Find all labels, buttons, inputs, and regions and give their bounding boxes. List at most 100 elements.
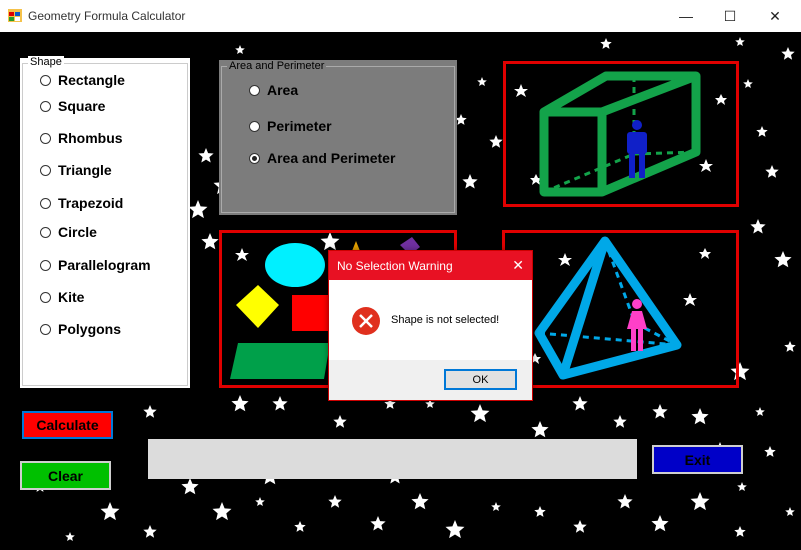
close-button[interactable]: ✕	[752, 0, 798, 32]
shape-radio-trapezoid[interactable]: Trapezoid	[40, 195, 123, 211]
star-decoration	[750, 219, 766, 234]
star-decoration	[255, 497, 265, 506]
result-display	[148, 439, 637, 479]
shape-radio-label: Square	[58, 98, 106, 114]
dialog-title: No Selection Warning	[337, 258, 453, 273]
star-decoration	[489, 135, 503, 148]
shape-radio-square[interactable]: Square	[40, 98, 105, 114]
star-decoration	[600, 38, 612, 49]
star-decoration	[690, 492, 710, 511]
star-decoration	[785, 507, 795, 516]
radio-circle[interactable]	[40, 323, 51, 335]
radio-circle[interactable]	[40, 291, 51, 303]
star-decoration	[294, 521, 306, 532]
calc-radio-perimeter[interactable]: Perimeter	[249, 118, 332, 134]
shape-radio-polygons[interactable]: Polygons	[40, 321, 121, 337]
radio-circle[interactable]	[40, 259, 51, 271]
error-icon	[352, 307, 380, 335]
star-decoration	[573, 520, 587, 533]
radio-circle[interactable]	[249, 120, 260, 132]
calc-radio-area[interactable]: Area	[249, 82, 298, 98]
star-decoration	[743, 79, 753, 88]
star-decoration	[198, 148, 214, 163]
star-decoration	[781, 47, 795, 60]
star-decoration	[231, 395, 249, 412]
shape-radio-label: Parallelogram	[58, 257, 151, 273]
star-decoration	[188, 200, 208, 219]
shape-radio-parallelogram[interactable]: Parallelogram	[40, 257, 151, 273]
star-decoration	[755, 407, 765, 416]
star-decoration	[100, 502, 120, 521]
star-decoration	[333, 415, 347, 428]
exit-button[interactable]: Exit	[652, 445, 743, 474]
star-decoration	[212, 502, 232, 521]
star-decoration	[652, 404, 668, 419]
dialog-close-icon[interactable]: ✕	[512, 257, 524, 274]
dialog-title-bar: No Selection Warning ✕	[329, 251, 532, 280]
dialog-body: Shape is not selected!	[329, 280, 532, 360]
star-decoration	[737, 482, 747, 491]
radio-circle[interactable]	[40, 164, 51, 176]
shape-radio-rectangle[interactable]: Rectangle	[40, 72, 125, 88]
star-decoration	[181, 478, 199, 495]
star-decoration	[756, 126, 768, 137]
star-decoration	[734, 526, 746, 537]
calculate-button[interactable]: Calculate	[22, 411, 113, 439]
calc-radio-label: Area and Perimeter	[267, 150, 396, 166]
star-decoration	[143, 525, 157, 538]
shape-radio-kite[interactable]: Kite	[40, 289, 84, 305]
star-decoration	[765, 165, 779, 178]
radio-circle[interactable]	[40, 74, 51, 86]
shape-radio-triangle[interactable]: Triangle	[40, 162, 112, 178]
radio-circle[interactable]	[249, 84, 260, 96]
radio-circle[interactable]	[249, 152, 260, 164]
star-decoration	[764, 446, 776, 457]
shape-group-legend: Shape	[28, 56, 64, 68]
star-decoration	[462, 174, 478, 189]
star-decoration	[65, 532, 75, 541]
radio-circle[interactable]	[40, 226, 51, 238]
star-decoration	[691, 408, 709, 425]
star-decoration	[572, 396, 588, 411]
star-decoration	[784, 341, 796, 352]
shape-radio-label: Triangle	[58, 162, 112, 178]
star-decoration	[651, 515, 669, 532]
ok-button[interactable]: OK	[444, 369, 517, 390]
cube-illustration	[514, 71, 727, 197]
star-decoration	[735, 37, 745, 46]
window-title: Geometry Formula Calculator	[28, 9, 186, 23]
star-decoration	[370, 516, 386, 531]
warning-dialog: No Selection Warning ✕ Shape is not sele…	[328, 250, 533, 401]
calc-radio-area-and-perimeter[interactable]: Area and Perimeter	[249, 150, 395, 166]
minimize-icon: —	[679, 8, 693, 24]
star-decoration	[272, 396, 288, 411]
radio-circle[interactable]	[40, 132, 51, 144]
clear-button[interactable]: Clear	[20, 461, 111, 490]
cube-picture	[503, 61, 739, 207]
star-decoration	[470, 404, 490, 423]
shape-radio-label: Kite	[58, 289, 85, 305]
star-decoration	[613, 415, 627, 428]
shape-radio-circle[interactable]: Circle	[40, 224, 97, 240]
shape-radio-label: Rhombus	[58, 130, 123, 146]
shape-groupbox: Shape Rectangle Square Rhombus Triangle Trap…	[20, 56, 190, 388]
star-decoration	[774, 251, 792, 268]
maximize-icon: ☐	[723, 7, 737, 24]
shape-radio-label: Trapezoid	[58, 195, 124, 211]
pyramid-illustration	[514, 236, 711, 380]
calc-group-legend: Area and Perimeter	[227, 60, 327, 72]
star-decoration	[235, 45, 245, 54]
pyramid-picture	[502, 230, 739, 388]
shape-radio-rhombus[interactable]: Rhombus	[40, 130, 123, 146]
maximize-button[interactable]: ☐	[707, 0, 753, 32]
star-decoration	[411, 493, 429, 510]
star-decoration	[143, 405, 157, 418]
radio-circle[interactable]	[40, 100, 51, 112]
radio-circle[interactable]	[40, 197, 51, 209]
star-decoration	[491, 502, 501, 511]
area-perimeter-groupbox: Area and Perimeter Area Perimeter Area and…	[219, 60, 457, 215]
minimize-button[interactable]: —	[663, 0, 709, 32]
star-decoration	[328, 495, 342, 508]
shape-radio-label: Circle	[58, 224, 97, 240]
star-decoration	[445, 520, 465, 539]
